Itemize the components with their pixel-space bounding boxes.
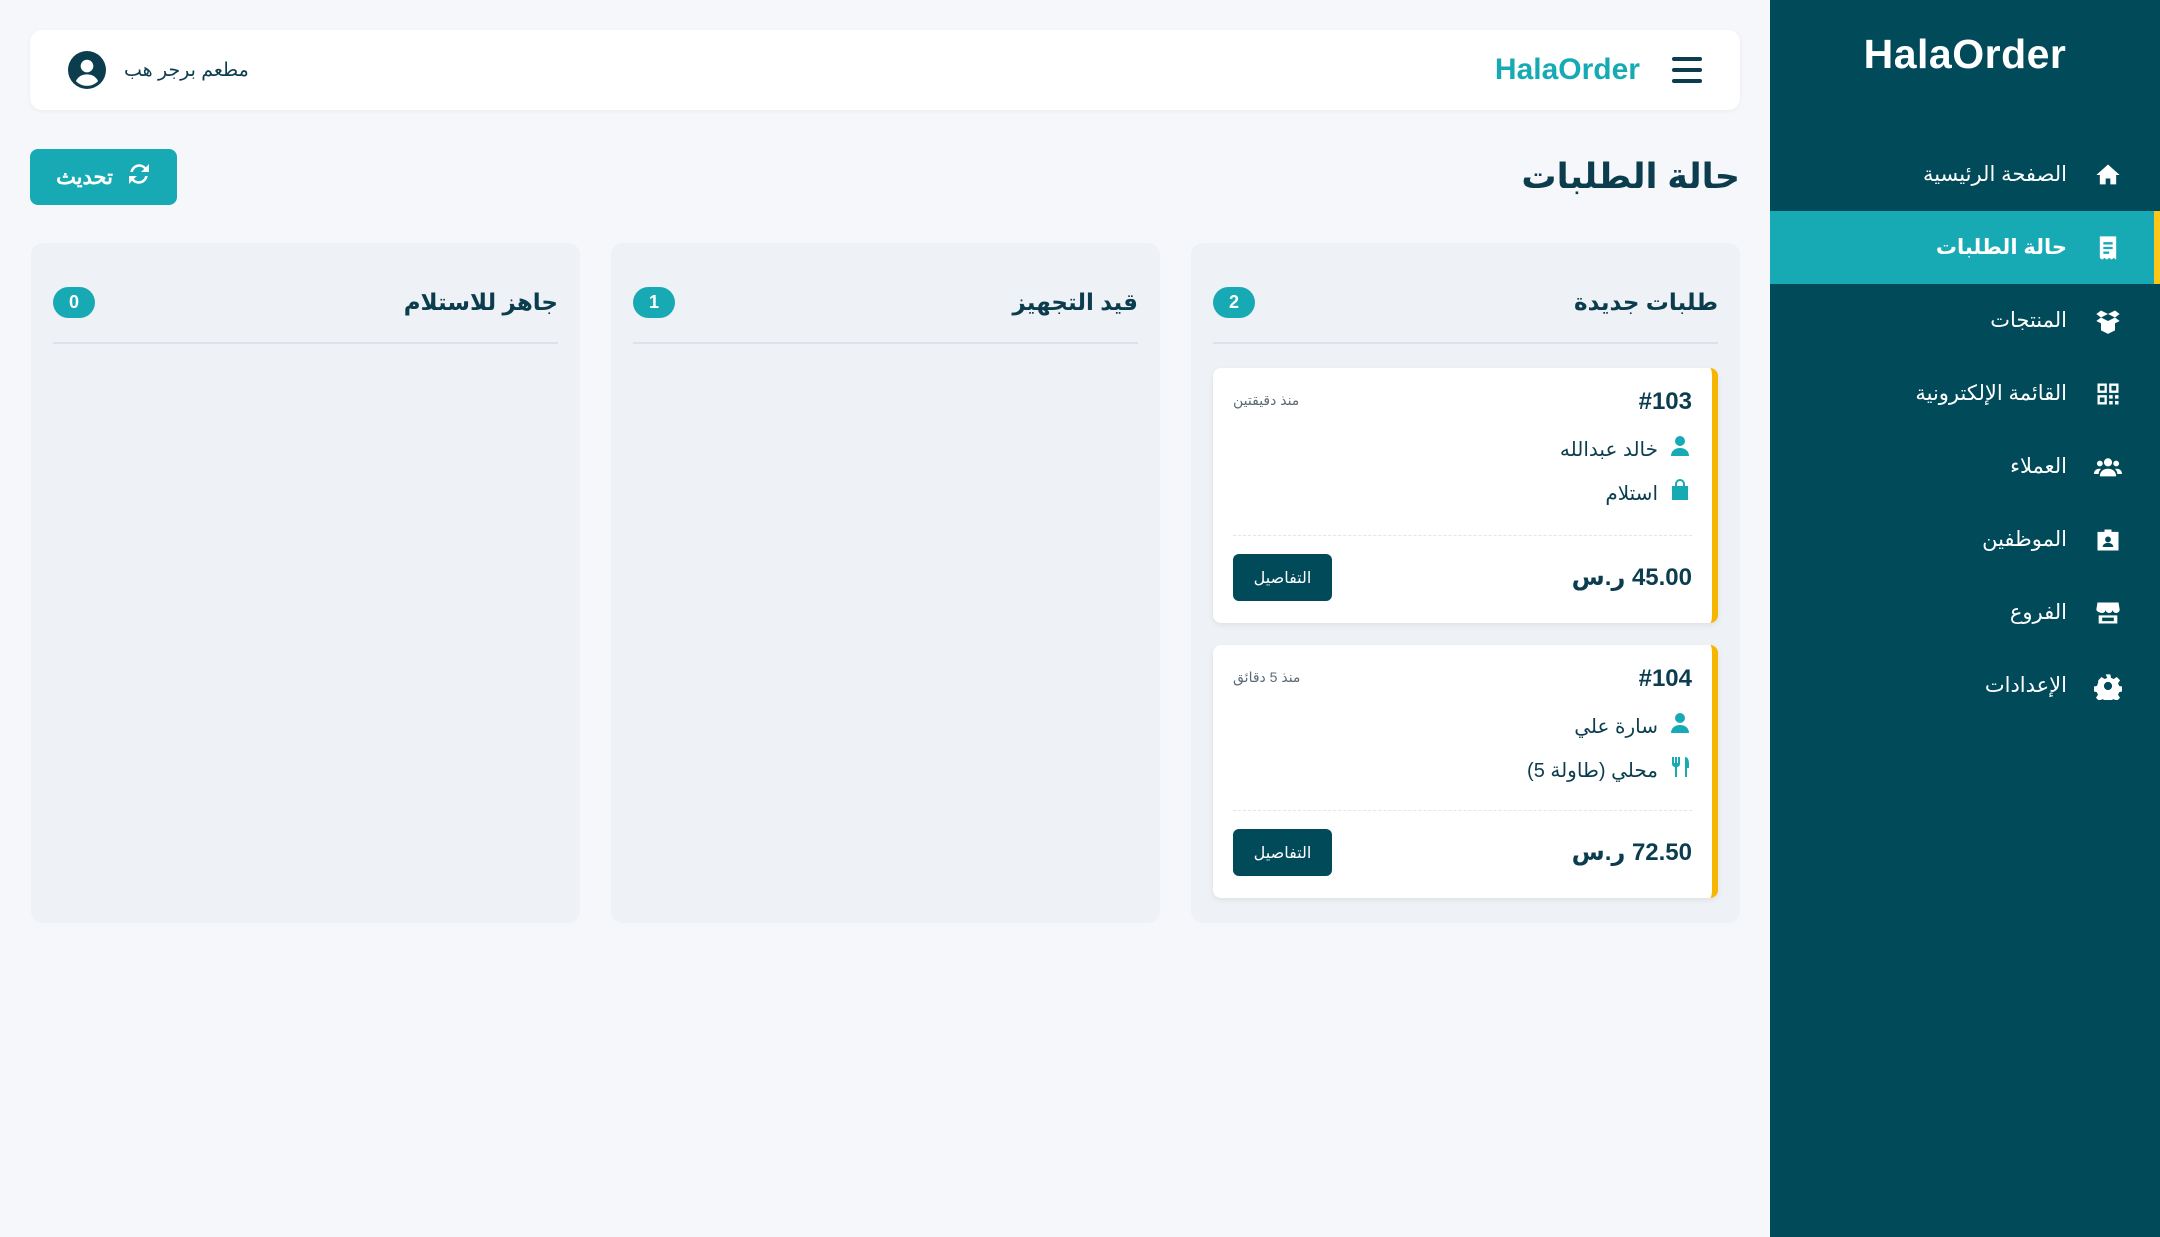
menu-toggle-icon[interactable] [1672, 57, 1702, 83]
sidebar-item-label: العملاء [2010, 455, 2067, 478]
details-button[interactable]: التفاصيل [1233, 554, 1332, 601]
page-header: حالة الطلبات تحديث [30, 148, 1740, 206]
order-customer: خالد عبدالله [1233, 434, 1692, 464]
sidebar-item-label: الصفحة الرئيسية [1922, 163, 2067, 186]
order-total: 72.50 ر.س [1571, 839, 1692, 866]
order-footer: 72.50 ر.س التفاصيل [1233, 810, 1692, 876]
user-circle-icon[interactable] [68, 51, 106, 89]
sidebar-nav: الصفحة الرئيسية حالة الطلبات المنتجات ال… [1770, 138, 2160, 722]
sidebar-item-label: الفروع [2009, 601, 2067, 624]
receipt-icon [2093, 233, 2123, 263]
sidebar-item-label: القائمة الإلكترونية [1915, 382, 2067, 405]
orders-board: طلبات جديدة 2 #103 منذ دقيقتين خالد عبدا… [30, 243, 1740, 923]
column-header: جاهز للاستلام 0 [53, 265, 558, 344]
user-icon [1668, 434, 1692, 464]
sidebar-item-label: المنتجات [1990, 309, 2067, 332]
page-title: حالة الطلبات [1521, 157, 1740, 196]
sidebar-item-products[interactable]: المنتجات [1770, 284, 2160, 357]
sidebar-brand: HalaOrder [1863, 30, 2067, 77]
order-id: #104 [1638, 665, 1692, 692]
id-badge-icon [2093, 525, 2123, 555]
box-open-icon [2093, 306, 2123, 336]
column-ready: جاهز للاستلام 0 [31, 243, 580, 923]
refresh-label: تحديث [56, 165, 113, 189]
user-name: مطعم برجر هب [124, 59, 249, 81]
sidebar-item-digital-menu[interactable]: القائمة الإلكترونية [1770, 357, 2160, 430]
utensils-icon [1668, 755, 1692, 785]
order-id: #103 [1638, 388, 1692, 415]
shopping-bag-icon [1668, 478, 1692, 508]
column-header: طلبات جديدة 2 [1213, 265, 1718, 344]
column-count-badge: 1 [633, 287, 675, 318]
column-title: طلبات جديدة [1574, 289, 1718, 315]
sidebar-item-label: حالة الطلبات [1935, 236, 2067, 259]
sidebar-item-label: الموظفين [1982, 528, 2067, 551]
sidebar-item-home[interactable]: الصفحة الرئيسية [1770, 138, 2160, 211]
order-type: استلام [1233, 478, 1692, 508]
column-header: قيد التجهيز 1 [633, 265, 1138, 344]
order-card: #104 منذ 5 دقائق سارة علي محلي (طاولة 5)… [1213, 645, 1718, 898]
store-icon [2093, 598, 2123, 628]
user-icon [1668, 711, 1692, 741]
customer-name: خالد عبدالله [1559, 438, 1658, 461]
users-icon [2093, 452, 2123, 482]
column-title: قيد التجهيز [1012, 289, 1139, 315]
topbar-brand: HalaOrder [1494, 53, 1640, 86]
order-time: منذ دقيقتين [1233, 392, 1300, 408]
order-total: 45.00 ر.س [1571, 564, 1692, 591]
order-type-label: استلام [1605, 482, 1658, 505]
column-count-badge: 2 [1213, 287, 1255, 318]
qrcode-icon [2093, 379, 2123, 409]
sidebar-item-settings[interactable]: الإعدادات [1770, 649, 2160, 722]
main-content: HalaOrder مطعم برجر هب حالة الطلبات تحدي… [0, 0, 1770, 1237]
top-bar: HalaOrder مطعم برجر هب [30, 30, 1740, 110]
customer-name: سارة علي [1574, 715, 1658, 738]
sidebar-item-label: الإعدادات [1984, 674, 2067, 697]
refresh-button[interactable]: تحديث [30, 149, 177, 205]
order-customer: سارة علي [1233, 711, 1692, 741]
order-type-label: محلي (طاولة 5) [1527, 759, 1658, 782]
order-footer: 45.00 ر.س التفاصيل [1233, 535, 1692, 601]
order-type: محلي (طاولة 5) [1233, 755, 1692, 785]
sidebar-item-customers[interactable]: العملاء [1770, 430, 2160, 503]
sidebar-item-employees[interactable]: الموظفين [1770, 503, 2160, 576]
order-card: #103 منذ دقيقتين خالد عبدالله استلام 45.… [1213, 368, 1718, 623]
column-preparing: قيد التجهيز 1 [611, 243, 1160, 923]
refresh-icon [127, 162, 151, 192]
sidebar-item-branches[interactable]: الفروع [1770, 576, 2160, 649]
sidebar: HalaOrder الصفحة الرئيسية حالة الطلبات ا… [1770, 0, 2160, 1237]
order-time: منذ 5 دقائق [1233, 669, 1301, 685]
gear-icon [2093, 671, 2123, 701]
column-count-badge: 0 [53, 287, 95, 318]
details-button[interactable]: التفاصيل [1233, 829, 1332, 876]
sidebar-item-order-status[interactable]: حالة الطلبات [1770, 211, 2160, 284]
column-new-orders: طلبات جديدة 2 #103 منذ دقيقتين خالد عبدا… [1191, 243, 1740, 923]
home-icon [2093, 160, 2123, 190]
column-title: جاهز للاستلام [403, 289, 558, 315]
